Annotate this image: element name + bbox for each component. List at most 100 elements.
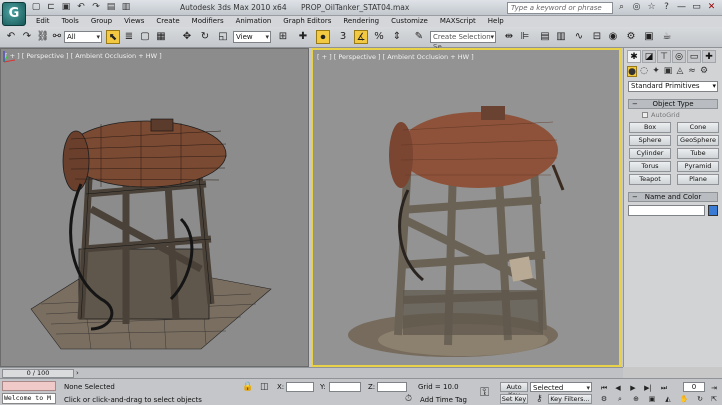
pan-view-icon[interactable]: ✋	[678, 394, 690, 404]
open-file-icon[interactable]: ⊏	[45, 2, 57, 13]
viewport-label[interactable]: [ + ] [ Perspective ] [ Ambient Occlusio…	[317, 53, 474, 61]
keyboard-shortcut-override-icon[interactable]: ⏺	[316, 30, 330, 44]
fetch-icon[interactable]: ▥	[120, 2, 132, 13]
box-button[interactable]: Box	[629, 122, 671, 133]
zoom-all-icon[interactable]: ⊕	[630, 394, 642, 404]
set-key-button[interactable]: Set Key	[500, 394, 528, 404]
time-slider[interactable]: 0 / 100	[2, 369, 74, 378]
object-name-field[interactable]	[628, 205, 706, 216]
redo-icon[interactable]: ↷	[90, 2, 102, 13]
render-production-icon[interactable]: ☕	[660, 30, 674, 44]
maxscript-mini-listener[interactable]: Welcome to M	[2, 393, 56, 404]
key-mode-dropdown[interactable]: Selected	[530, 382, 592, 393]
maximize-button[interactable]: ▭	[689, 1, 704, 14]
object-category-dropdown[interactable]: Standard Primitives	[628, 81, 718, 92]
absolute-mode-icon[interactable]: ◫	[260, 382, 269, 392]
selection-filter-dropdown[interactable]: All	[64, 31, 102, 43]
schematic-view-icon[interactable]: ⊟	[590, 30, 604, 44]
angle-snap-icon[interactable]: ∡	[354, 30, 368, 44]
curve-editor-icon[interactable]: ∿	[572, 30, 586, 44]
geometry-icon[interactable]: ●	[627, 66, 637, 77]
go-to-start-icon[interactable]: ⏮	[598, 383, 610, 393]
binoculars-icon[interactable]: ⌕	[616, 2, 627, 13]
previous-frame-icon[interactable]: ◀	[612, 383, 624, 393]
helpers-icon[interactable]: ◬	[675, 66, 685, 77]
rendered-frame-window-icon[interactable]: ▣	[642, 30, 656, 44]
save-icon[interactable]: ▣	[60, 2, 72, 13]
create-tab-icon[interactable]: ✱	[627, 50, 641, 63]
material-editor-icon[interactable]: ◉	[606, 30, 620, 44]
geosphere-button[interactable]: GeoSphere	[677, 135, 719, 146]
plane-button[interactable]: Plane	[677, 174, 719, 185]
menu-create[interactable]: Create	[150, 16, 185, 27]
menu-help[interactable]: Help	[482, 16, 510, 27]
redo-icon[interactable]: ↷	[20, 30, 34, 44]
utilities-tab-icon[interactable]: ✚	[702, 50, 716, 63]
y-coordinate-field[interactable]	[329, 382, 361, 392]
zoom-viewport-icon[interactable]: ⌕	[614, 394, 626, 404]
undo-icon[interactable]: ↶	[75, 2, 87, 13]
display-tab-icon[interactable]: ▭	[687, 50, 701, 63]
mirror-icon[interactable]: ⇹	[502, 30, 516, 44]
scale-icon[interactable]: ◱	[216, 30, 230, 44]
viewport-label[interactable]: [ + ] [ Perspective ] [ Ambient Occlusio…	[5, 52, 162, 60]
field-of-view-icon[interactable]: ◭	[662, 394, 674, 404]
next-frame-icon[interactable]: ▶|	[642, 383, 654, 393]
x-coordinate-field[interactable]	[286, 382, 314, 392]
object-color-swatch[interactable]	[708, 205, 718, 216]
orbit-icon[interactable]: ↻	[694, 394, 706, 404]
systems-icon[interactable]: ⚙	[699, 66, 709, 77]
maxscript-mini-listener-top[interactable]	[2, 381, 56, 391]
search-input[interactable]: Type a keyword or phrase	[507, 2, 613, 14]
subscription-icon[interactable]: ◎	[631, 2, 642, 13]
undo-icon[interactable]: ↶	[4, 30, 18, 44]
maximize-viewport-icon[interactable]: ⇱	[708, 394, 720, 404]
hierarchy-tab-icon[interactable]: ⊤	[657, 50, 671, 63]
z-coordinate-field[interactable]	[377, 382, 407, 392]
go-to-end-icon[interactable]: ⏭	[658, 383, 670, 393]
menu-customize[interactable]: Customize	[385, 16, 434, 27]
time-configuration-icon[interactable]: ⚙	[598, 394, 610, 404]
cylinder-button[interactable]: Cylinder	[629, 148, 671, 159]
close-button[interactable]: ✕	[704, 1, 719, 14]
space-warps-icon[interactable]: ≈	[687, 66, 697, 77]
render-setup-icon[interactable]: ⚙	[624, 30, 638, 44]
menu-edit[interactable]: Edit	[30, 16, 56, 27]
pyramid-button[interactable]: Pyramid	[677, 161, 719, 172]
motion-tab-icon[interactable]: ◎	[672, 50, 686, 63]
named-selection-dropdown[interactable]: Create Selection Se	[430, 31, 496, 51]
star-icon[interactable]: ☆	[646, 2, 657, 13]
layer-manager-icon[interactable]: ▤	[538, 30, 552, 44]
name-and-color-rollout[interactable]: Name and Color	[628, 192, 718, 202]
menu-tools[interactable]: Tools	[56, 16, 85, 27]
link-icon[interactable]: ⛓	[36, 30, 50, 44]
viewport-perspective-right-active[interactable]: [ + ] [ Perspective ] [ Ambient Occlusio…	[311, 48, 621, 367]
menu-maxscript[interactable]: MAXScript	[434, 16, 482, 27]
sphere-button[interactable]: Sphere	[629, 135, 671, 146]
select-manipulate-icon[interactable]: ✚	[296, 30, 310, 44]
key-icon[interactable]: ⚿	[480, 386, 489, 398]
menu-modifiers[interactable]: Modifiers	[186, 16, 230, 27]
teapot-button[interactable]: Teapot	[629, 174, 671, 185]
hold-icon[interactable]: ▤	[105, 2, 117, 13]
cone-button[interactable]: Cone	[677, 122, 719, 133]
window-crossing-icon[interactable]: ▦	[154, 30, 168, 44]
autogrid-checkbox[interactable]: AutoGrid	[642, 111, 704, 119]
new-file-icon[interactable]: ▢	[30, 2, 42, 13]
torus-button[interactable]: Torus	[629, 161, 671, 172]
application-menu-button[interactable]: G	[2, 2, 26, 26]
minimize-button[interactable]: —	[674, 1, 689, 14]
lock-selection-icon[interactable]: 🔒	[242, 382, 253, 392]
add-time-tag[interactable]: Add Time Tag	[420, 396, 467, 404]
select-by-name-icon[interactable]: ≣	[122, 30, 136, 44]
unlink-icon[interactable]: ⚯	[50, 30, 64, 44]
checkbox-icon[interactable]	[642, 112, 648, 118]
cameras-icon[interactable]: ▣	[663, 66, 673, 77]
snaps-toggle-icon[interactable]: 3	[336, 30, 350, 44]
current-frame-field[interactable]: 0	[683, 382, 705, 392]
select-object-icon[interactable]: ⬉	[106, 30, 120, 44]
zoom-extents-icon[interactable]: ▣	[646, 394, 658, 404]
percent-snap-icon[interactable]: %	[372, 30, 386, 44]
rotate-icon[interactable]: ↻	[198, 30, 212, 44]
graphite-modeling-icon[interactable]: ▥	[554, 30, 568, 44]
